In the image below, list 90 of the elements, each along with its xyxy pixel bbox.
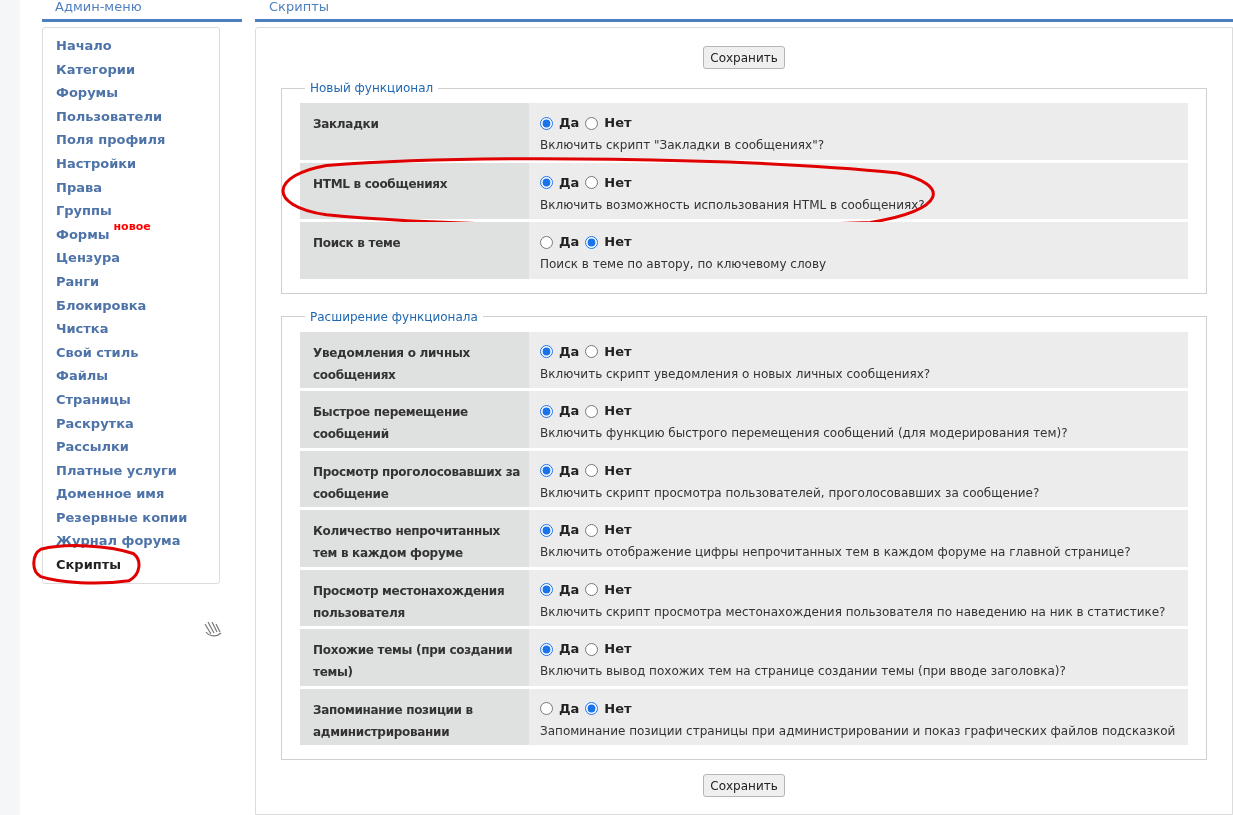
- radio-button[interactable]: [585, 642, 599, 656]
- menu-item[interactable]: Чистка: [56, 320, 109, 338]
- radio-button[interactable]: [540, 235, 553, 249]
- radio-label: Нет: [604, 580, 632, 599]
- menu-item[interactable]: Права: [56, 178, 102, 196]
- menu-item[interactable]: Свой стиль: [56, 343, 139, 361]
- radio-button[interactable]: [540, 523, 553, 537]
- group-legend: Новый функционал: [305, 79, 439, 97]
- radio-button[interactable]: [585, 583, 599, 596]
- setting-label: Быстрое перемещение сообщений: [300, 391, 529, 448]
- hand-cursor-icon: [203, 620, 223, 639]
- setting-label: Закладки: [300, 103, 529, 160]
- setting-description: Запоминание позиции страницы при администрировании и показ графических файлов подсказкой: [540, 722, 1177, 740]
- radio-button[interactable]: [585, 404, 599, 418]
- menu-item[interactable]: Категории: [56, 60, 135, 78]
- setting-description: Включить вывод похожих тем на странице создании темы (при вводе заголовка)?: [540, 663, 1067, 680]
- radio-label: Нет: [604, 114, 632, 133]
- save-button[interactable]: Сохранить: [703, 46, 785, 69]
- radio-label: Да: [559, 640, 580, 659]
- setting-description: Включить скрипт уведомления о новых личных сообщениях?: [540, 365, 932, 383]
- radio-label: Нет: [604, 233, 632, 252]
- radio-label: Да: [559, 521, 580, 540]
- radio-button[interactable]: [540, 404, 553, 418]
- menu-item[interactable]: Блокировка: [56, 296, 147, 314]
- radio-button[interactable]: [585, 176, 599, 189]
- menu-item[interactable]: Журнал форума: [56, 532, 181, 550]
- setting-label: HTML в сообщениях: [300, 162, 529, 219]
- new-label: новое: [113, 220, 151, 233]
- page-title: Скрипты: [255, 0, 1233, 22]
- radio-label: Да: [559, 233, 580, 252]
- menu-item[interactable]: Пользователи: [56, 107, 163, 125]
- setting-description: Включить отображение цифры непрочитанных тем в каждом форуме на главной странице?: [540, 544, 1132, 561]
- setting-label: Просмотр проголосовавших за сообщение: [300, 450, 529, 507]
- radio-button[interactable]: [540, 116, 553, 130]
- radio-label: Нет: [604, 402, 632, 421]
- menu-item[interactable]: Поля профиля: [56, 131, 166, 149]
- radio-label: Нет: [604, 699, 632, 718]
- radio-label: Да: [559, 114, 580, 133]
- menu-item[interactable]: Формы: [56, 225, 110, 243]
- radio-label: Нет: [604, 342, 632, 361]
- radio-button[interactable]: [540, 642, 553, 656]
- radio-button[interactable]: [585, 464, 599, 477]
- setting-description: Поиск в теме по автору, по ключевому слову: [540, 256, 828, 273]
- radio-button[interactable]: [540, 702, 553, 715]
- setting-label: Похожие темы (при создании темы): [300, 629, 529, 686]
- radio-button[interactable]: [540, 176, 553, 189]
- menu-item[interactable]: Форумы: [56, 84, 118, 102]
- radio-button[interactable]: [540, 345, 553, 358]
- menu-item[interactable]: Цензура: [56, 249, 120, 267]
- setting-label: Поиск в теме: [300, 222, 529, 279]
- menu-item[interactable]: Раскрутка: [56, 414, 134, 432]
- menu-item[interactable]: Платные услуги: [56, 461, 177, 479]
- radio-label: Да: [559, 461, 580, 480]
- radio-button[interactable]: [540, 583, 553, 596]
- setting-description: Включить скрипт просмотра местонахождения пользователя по наведению на ник в статистике?: [540, 603, 1167, 621]
- setting-description: Включить скрипт просмотра пользователей, проголосовавших за сообщение?: [540, 484, 1041, 502]
- sidebar-title: Админ-меню: [42, 0, 242, 22]
- radio-button[interactable]: [585, 235, 599, 249]
- setting-label: Уведомления о личных сообщениях: [300, 331, 529, 388]
- radio-button[interactable]: [585, 523, 599, 537]
- radio-button[interactable]: [585, 345, 599, 358]
- menu-item[interactable]: Резервные копии: [56, 508, 188, 526]
- radio-label: Нет: [604, 461, 632, 480]
- radio-label: Да: [559, 402, 580, 421]
- radio-label: Нет: [604, 173, 632, 192]
- setting-description: Включить возможность использования HTML в сообщениях?: [540, 196, 926, 214]
- radio-label: Нет: [604, 521, 632, 540]
- setting-label: Просмотр местонахождения пользователя: [300, 569, 529, 626]
- menu-item[interactable]: Ранги: [56, 272, 100, 290]
- menu-item[interactable]: Начало: [56, 37, 112, 54]
- group-legend: Расширение функционала: [305, 307, 483, 326]
- setting-label: Запоминание позиции в администрировании: [300, 688, 529, 745]
- radio-label: Нет: [604, 640, 632, 659]
- radio-button[interactable]: [585, 116, 599, 130]
- radio-button[interactable]: [540, 464, 553, 477]
- radio-label: Да: [559, 699, 580, 718]
- radio-label: Да: [559, 173, 580, 192]
- menu-item[interactable]: Настройки: [56, 154, 137, 172]
- save-button[interactable]: Сохранить: [703, 774, 785, 797]
- menu-item[interactable]: Файлы: [56, 367, 109, 385]
- radio-label: Да: [559, 580, 580, 599]
- menu-item[interactable]: Страницы: [56, 390, 131, 408]
- menu-item[interactable]: Рассылки: [56, 438, 129, 456]
- setting-description: Включить скрипт "Закладки в сообщениях"?: [540, 137, 826, 154]
- radio-button[interactable]: [585, 702, 599, 715]
- radio-label: Да: [559, 342, 580, 361]
- setting-description: Включить функцию быстрого перемещения сообщений (для модерирования тем)?: [540, 425, 1069, 442]
- menu-item[interactable]: Группы: [56, 202, 112, 220]
- setting-label: Количество непрочитанных тем в каждом форуме: [300, 510, 529, 567]
- menu-item[interactable]: Доменное имя: [56, 485, 165, 503]
